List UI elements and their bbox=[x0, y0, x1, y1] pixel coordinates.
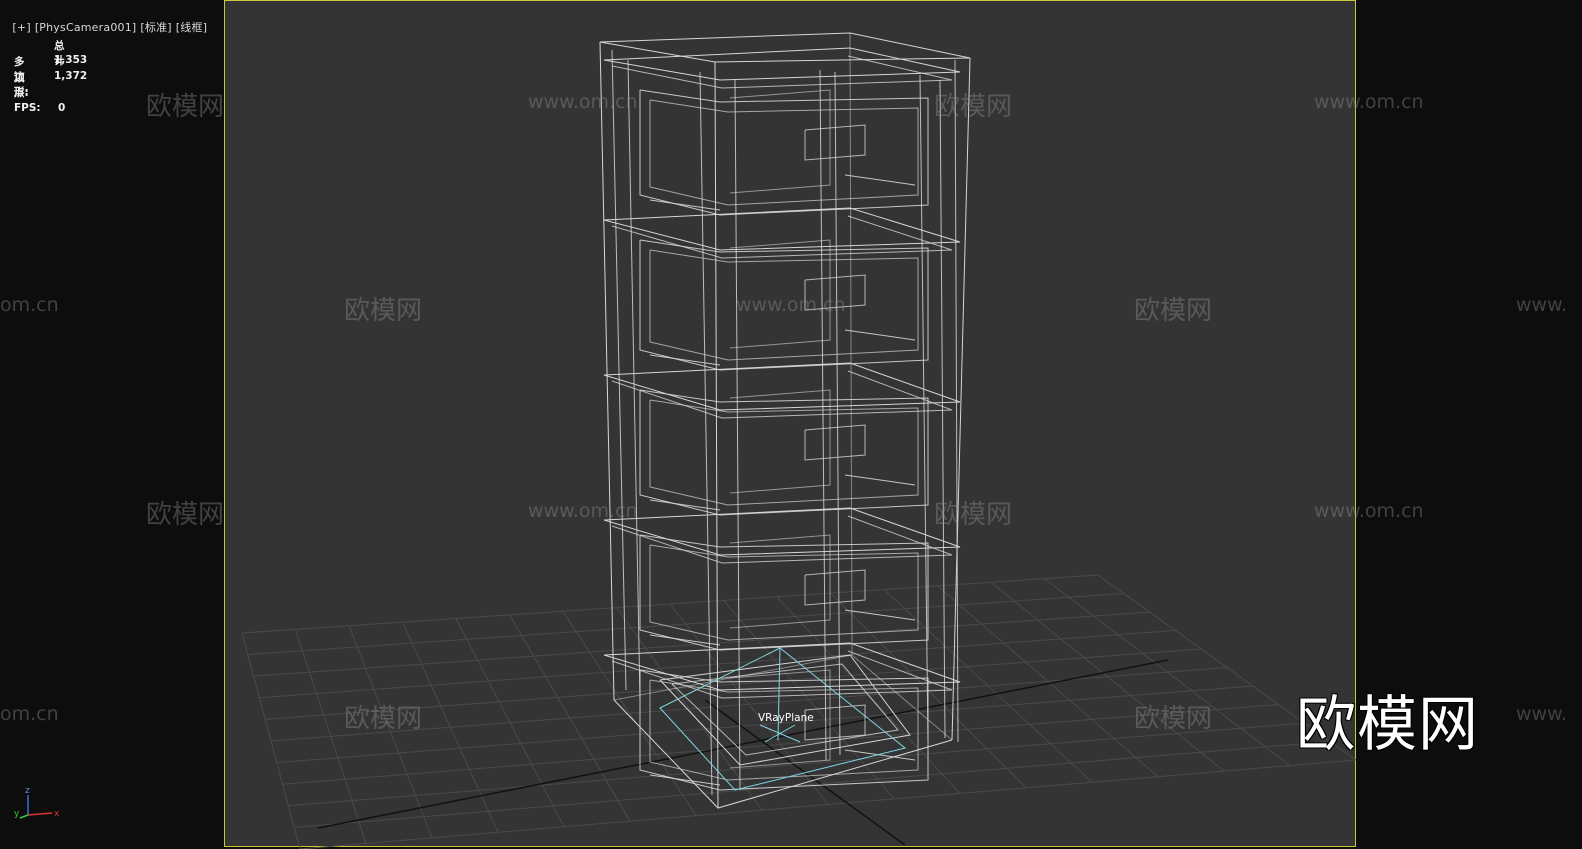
wire-edge bbox=[649, 354, 721, 366]
wire-edge bbox=[729, 389, 831, 494]
wire-edge bbox=[603, 507, 961, 556]
fps-value: 0 bbox=[58, 102, 66, 114]
grid-axis-x bbox=[317, 659, 1169, 829]
wire-edge bbox=[804, 569, 866, 606]
grid-line bbox=[276, 685, 1253, 764]
watermark-url: www.om.cn bbox=[1314, 500, 1424, 522]
viewport-menu-camera[interactable]: [PhysCamera001] bbox=[35, 21, 137, 34]
wire-edge bbox=[951, 57, 971, 741]
viewport-menu-display-mode[interactable]: [线框] bbox=[176, 21, 207, 34]
wire-edge bbox=[729, 89, 831, 194]
vray-plane-label: VRayPlane bbox=[758, 712, 814, 724]
watermark-logo: 欧模网 bbox=[146, 500, 225, 530]
wire-edge bbox=[729, 534, 831, 629]
axis-y-label: y bbox=[14, 809, 20, 819]
viewport-menu-shading-preset[interactable]: [标准] bbox=[140, 21, 171, 34]
watermark-url: www. bbox=[1516, 294, 1567, 316]
watermark-logo: 欧模网 bbox=[344, 704, 423, 734]
fps-label: FPS: bbox=[14, 102, 41, 114]
verts-label: 顶点: bbox=[14, 72, 29, 99]
viewport-label-menu: [+] [PhysCamera001] [标准] [线框] bbox=[5, 6, 211, 35]
axis-x-label: x bbox=[54, 809, 60, 819]
polys-value: 1,353 bbox=[54, 54, 88, 66]
grid-line bbox=[288, 722, 1305, 807]
viewport-menu-general[interactable]: [+] bbox=[12, 21, 30, 34]
wire-edge bbox=[649, 199, 721, 211]
wire-edge bbox=[649, 544, 919, 641]
wire-edge bbox=[627, 59, 641, 701]
wire-edge bbox=[844, 474, 916, 486]
grid-line bbox=[299, 759, 1357, 849]
watermark-url: www.om.cn bbox=[736, 294, 846, 316]
verts-value: 1,372 bbox=[54, 70, 88, 82]
wire-edge bbox=[804, 424, 866, 461]
wire-edge bbox=[671, 663, 899, 756]
wire-edge bbox=[639, 534, 929, 651]
watermark-url: www. bbox=[1516, 703, 1567, 725]
site-logo-watermark: 欧模网 bbox=[1296, 690, 1479, 760]
axis-z-label: z bbox=[25, 786, 30, 796]
wire-edge bbox=[649, 499, 721, 511]
watermark-url: om.cn bbox=[0, 294, 59, 316]
wire-edge bbox=[649, 774, 721, 786]
axis-tripod-icon: x z y bbox=[14, 786, 60, 819]
grid-line bbox=[294, 741, 1331, 828]
wire-edge bbox=[599, 41, 615, 701]
wire-edge bbox=[844, 329, 916, 341]
wire-edge bbox=[851, 654, 953, 741]
wire-edge bbox=[611, 49, 627, 691]
cabinet-wireframe bbox=[599, 32, 971, 809]
watermark-url: om.cn bbox=[0, 703, 59, 725]
watermark-logo: 欧模网 bbox=[146, 92, 225, 122]
wire-edge bbox=[939, 79, 946, 739]
grid-line bbox=[253, 611, 1150, 677]
wire-edge bbox=[603, 362, 961, 411]
wire-edge bbox=[649, 99, 919, 206]
wire-edge bbox=[804, 704, 866, 741]
watermark-logo: 欧模网 bbox=[1134, 296, 1213, 326]
wire-edge bbox=[844, 749, 916, 761]
watermark-url: www.om.cn bbox=[1314, 91, 1424, 113]
watermark-logo: 欧模网 bbox=[934, 92, 1013, 122]
watermark-logo: 欧模网 bbox=[934, 500, 1013, 530]
watermark-url: www.om.cn bbox=[528, 500, 638, 522]
watermark-url: www.om.cn bbox=[528, 91, 638, 113]
watermark-logo: 欧模网 bbox=[344, 296, 423, 326]
watermark-logo: 欧模网 bbox=[1134, 704, 1213, 734]
wire-edge bbox=[844, 174, 916, 186]
